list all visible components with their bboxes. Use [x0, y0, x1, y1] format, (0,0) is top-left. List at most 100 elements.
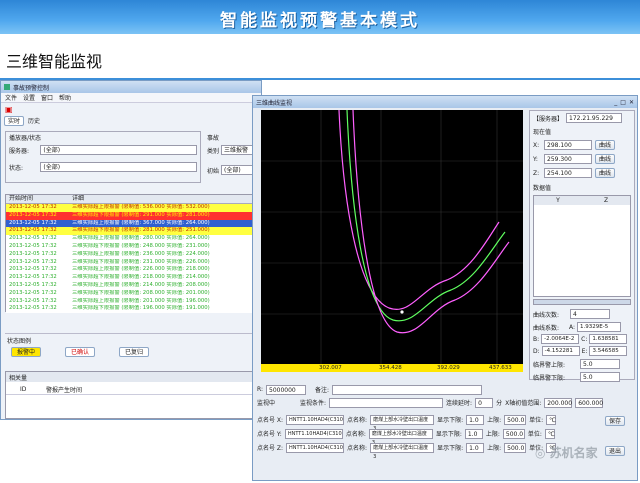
save-button[interactable]: 保存 [605, 416, 626, 426]
col-id[interactable]: ID [6, 386, 36, 393]
window-icon [4, 84, 10, 90]
axis-label: Z: [533, 169, 540, 177]
col-start-time[interactable]: 开始时间 [6, 195, 72, 203]
condition-input[interactable] [329, 397, 444, 408]
row-time: 2013-12-05 17:32 [9, 289, 57, 296]
alarm-window-titlebar: 事故预警控制 [1, 81, 261, 93]
table-row[interactable]: 2013-12-05 17:32 三维实际超下限报警 (限制值: 281.000 … [6, 227, 256, 236]
table-row[interactable]: 2013-12-05 17:32 三维实际超下限报警 (限制值: 208.000 … [6, 289, 256, 298]
col-alarm-time[interactable]: 警报产生时间 [36, 385, 82, 394]
table-row[interactable]: 2013-12-05 17:32 三维实际超上限报警 (限制值: 367.000 … [6, 219, 256, 228]
row-detail: 三维实际超上限报警 (限制值: 280.000 实际值: 264.000) [72, 235, 210, 242]
curve-plot[interactable] [261, 109, 523, 364]
col-detail[interactable]: 详细 [72, 195, 256, 203]
lower-limit-input[interactable]: 5.0 [580, 372, 620, 382]
unit-input[interactable]: ℃ [544, 428, 555, 439]
server-select[interactable]: (全部) [40, 145, 197, 155]
curve-order-value[interactable]: 4 [570, 309, 610, 319]
minimize-icon[interactable]: _ [614, 99, 617, 106]
display-lower-input[interactable]: 1.0 [464, 428, 483, 439]
xyz-rows: X: 298.100 曲线 Y: 259.300 曲线 Z: 254.100 曲线 [530, 138, 634, 180]
display-upper-input[interactable]: 500.0 [504, 442, 527, 453]
data-table-label: 数据值 [533, 185, 552, 192]
row-time: 2013-12-05 17:32 [9, 211, 57, 218]
table-row[interactable]: 2013-12-05 17:32 三维实际超下限报警 (限制值: 248.000 … [6, 242, 256, 251]
table-row[interactable]: 2013-12-05 17:32 三维实际超上限报警 (限制值: 236.000 … [6, 250, 256, 259]
row-time: 2013-12-05 17:32 [9, 297, 57, 304]
unit-input[interactable]: ℃ [546, 414, 557, 425]
point-id-input[interactable]: HNTT1.10HAD4(C310 [284, 428, 343, 439]
category-select[interactable]: 三维报警 [221, 145, 254, 155]
table-row[interactable]: 2013-12-05 17:32 三维实际超下限报警 (限制值: 196.000 … [6, 305, 256, 314]
row-detail: 三维实际超上限报警 (限制值: 201.000 实际值: 196.000) [72, 297, 210, 304]
x-range-from[interactable]: 200.000 [544, 397, 573, 408]
x-range-to[interactable]: 600.000 [575, 397, 604, 408]
table-row[interactable]: 2013-12-05 17:32 三维实际超下限报警 (限制值: 291.000 … [6, 211, 256, 220]
coef-b-label: B: [533, 335, 540, 343]
table-row[interactable]: 2013-12-05 17:32 三维实际超下限报警 (限制值: 231.000 … [6, 258, 256, 267]
table-row[interactable]: 2013-12-05 17:32 三维实际超下限报警 (限制值: 218.000 … [6, 274, 256, 282]
point-id-input[interactable]: HNTT1.10HAD4(C310 [286, 442, 345, 453]
curve-button[interactable]: 曲线 [595, 168, 616, 178]
table-row[interactable]: 2013-12-05 17:32 三维实际超上限报警 (限制值: 214.000 … [6, 281, 256, 290]
curve-window: 三维曲线监视 _ □ ✕ 302.007 354.428 392.029 437… [252, 95, 638, 481]
point-name-input[interactable]: 磨煤上部水冷壁出口温度3 [368, 428, 433, 446]
r-input[interactable]: 5000000 [266, 384, 307, 395]
col-z[interactable]: Z [582, 197, 630, 204]
display-lower-input[interactable]: 1.0 [466, 442, 485, 453]
delay-input[interactable]: 0 [475, 397, 494, 408]
menu-file[interactable]: 文件 [5, 93, 17, 102]
axis-value-row: X: 298.100 曲线 [530, 138, 634, 152]
axis-value: 298.100 [544, 140, 592, 150]
r-label: R: [257, 386, 264, 393]
wechat-icon: ◎ [535, 446, 546, 460]
slide-title: 三维智能监视 [6, 52, 103, 71]
row-time: 2013-12-05 17:32 [9, 305, 57, 312]
table-row[interactable]: 2013-12-05 17:32 三维实际超上限报警 (限制值: 226.000 … [6, 266, 256, 275]
close-icon[interactable]: ✕ [629, 99, 634, 106]
curve-button[interactable]: 曲线 [595, 140, 616, 150]
col-y[interactable]: Y [534, 197, 582, 204]
coef-label: 曲线系数: [533, 324, 560, 332]
alarm-table-header: 开始时间 详细 [6, 195, 256, 204]
state-alarming-button[interactable]: 报警中 [11, 347, 41, 357]
delay-label: 连续延时: [446, 400, 473, 407]
status-select[interactable]: (全部) [40, 162, 197, 172]
data-table-scrollbar[interactable] [533, 299, 631, 305]
point-name-input[interactable]: 磨煤上部水冷壁出口温度3 [370, 442, 435, 460]
point-name-input[interactable]: 磨煤上部水冷壁出口温度3 [370, 414, 435, 432]
menu-help[interactable]: 帮助 [59, 93, 71, 102]
watermark-text: 苏机名家 [549, 446, 598, 460]
table-row[interactable]: 2013-12-05 17:32 三维实际超上限报警 (限制值: 201.000 … [6, 297, 256, 306]
note-input[interactable] [332, 384, 483, 395]
initial-select[interactable]: (全部) [221, 165, 254, 175]
display-lower-input[interactable]: 1.0 [466, 414, 485, 425]
state-confirmed-button[interactable]: 已确认 [65, 347, 95, 357]
current-value-label: 现在值 [533, 129, 552, 136]
server-label: 服务器: [9, 147, 30, 155]
alarm-icon[interactable]: ▣ [5, 105, 13, 114]
curve-button[interactable]: 曲线 [595, 154, 616, 164]
menu-window[interactable]: 窗口 [41, 93, 53, 102]
maximize-icon[interactable]: □ [620, 99, 626, 106]
display-upper-label: 上限: [487, 417, 502, 424]
tab-realtime[interactable]: 实时 [4, 115, 25, 126]
upper-limit-input[interactable]: 5.0 [580, 359, 620, 369]
table-row[interactable]: 2013-12-05 17:32 三维实际超上限报警 (限制值: 536.000 … [6, 204, 256, 212]
row-detail: 三维实际超下限报警 (限制值: 208.000 实际值: 201.000) [72, 289, 210, 296]
table-row[interactable]: 2013-12-05 17:32 三维实际超上限报警 (限制值: 280.000 … [6, 235, 256, 243]
tab-history[interactable]: 历史 [28, 116, 40, 125]
state-reset-button[interactable]: 已复归 [119, 347, 149, 357]
display-upper-input[interactable]: 500.0 [502, 428, 525, 439]
point-id-input[interactable]: HNTT1.10HAD4(C310 [286, 414, 345, 425]
row-time: 2013-12-05 17:32 [9, 227, 57, 234]
condition-label: 监视条件: [300, 400, 327, 407]
curve-plot-svg [261, 109, 523, 364]
exit-button[interactable]: 退出 [605, 446, 626, 456]
row-detail: 三维实际超下限报警 (限制值: 231.000 实际值: 226.000) [72, 258, 210, 265]
display-upper-input[interactable]: 500.0 [504, 414, 527, 425]
row-time: 2013-12-05 17:32 [9, 274, 57, 281]
curve-side-panel: 【服务器】 172.21.95.229 现在值 X: 298.100 曲线 Y: 259… [529, 110, 635, 382]
related-tab[interactable]: 相关量 [6, 372, 258, 382]
menu-settings[interactable]: 设置 [23, 93, 35, 102]
